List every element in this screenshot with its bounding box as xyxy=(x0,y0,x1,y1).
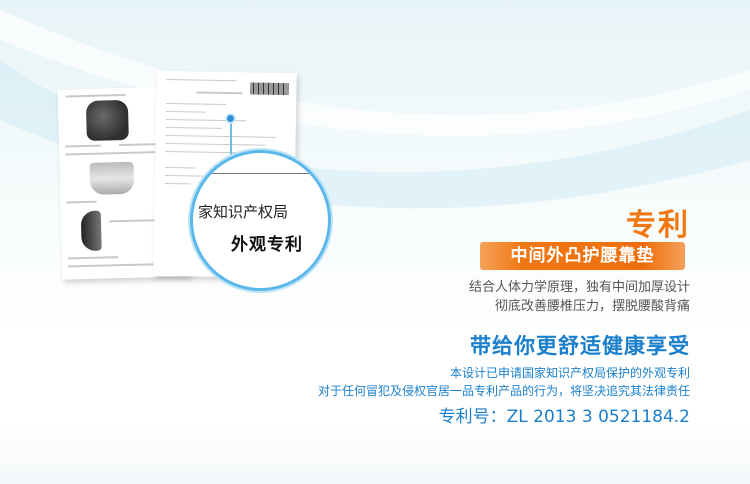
notice-line-1: 本设计已申请国家知识产权局保护的外观专利 xyxy=(449,366,690,380)
cushion-image xyxy=(80,210,102,252)
description-line-2: 彻底改善腰椎压力，摆脱腰酸背痛 xyxy=(494,299,690,314)
cushion-image xyxy=(89,161,135,195)
section-title: 专利 xyxy=(626,208,690,243)
magnifier-circle: 家知识产权局 外观专利 xyxy=(190,150,331,291)
patent-number: 专利号：ZL 2013 3 0521184.2 xyxy=(438,407,690,427)
magnified-patent-type: 外观专利 xyxy=(231,235,303,255)
cushion-image xyxy=(85,99,129,141)
slogan: 带给你更舒适健康享受 xyxy=(470,334,690,358)
notice-line-2: 对于任何冒犯及侵权官居一品专利产品的行为，将坚决追究其法律责任 xyxy=(317,384,690,398)
callout-dot xyxy=(225,113,236,124)
bottom-band xyxy=(0,425,750,484)
magnified-office-name: 家知识产权局 xyxy=(198,203,289,221)
product-name-banner: 中间外凸护腰靠垫 xyxy=(480,242,685,270)
barcode xyxy=(250,82,289,96)
description-line-1: 结合人体力学原理，独有中间加厚设计 xyxy=(468,280,690,295)
